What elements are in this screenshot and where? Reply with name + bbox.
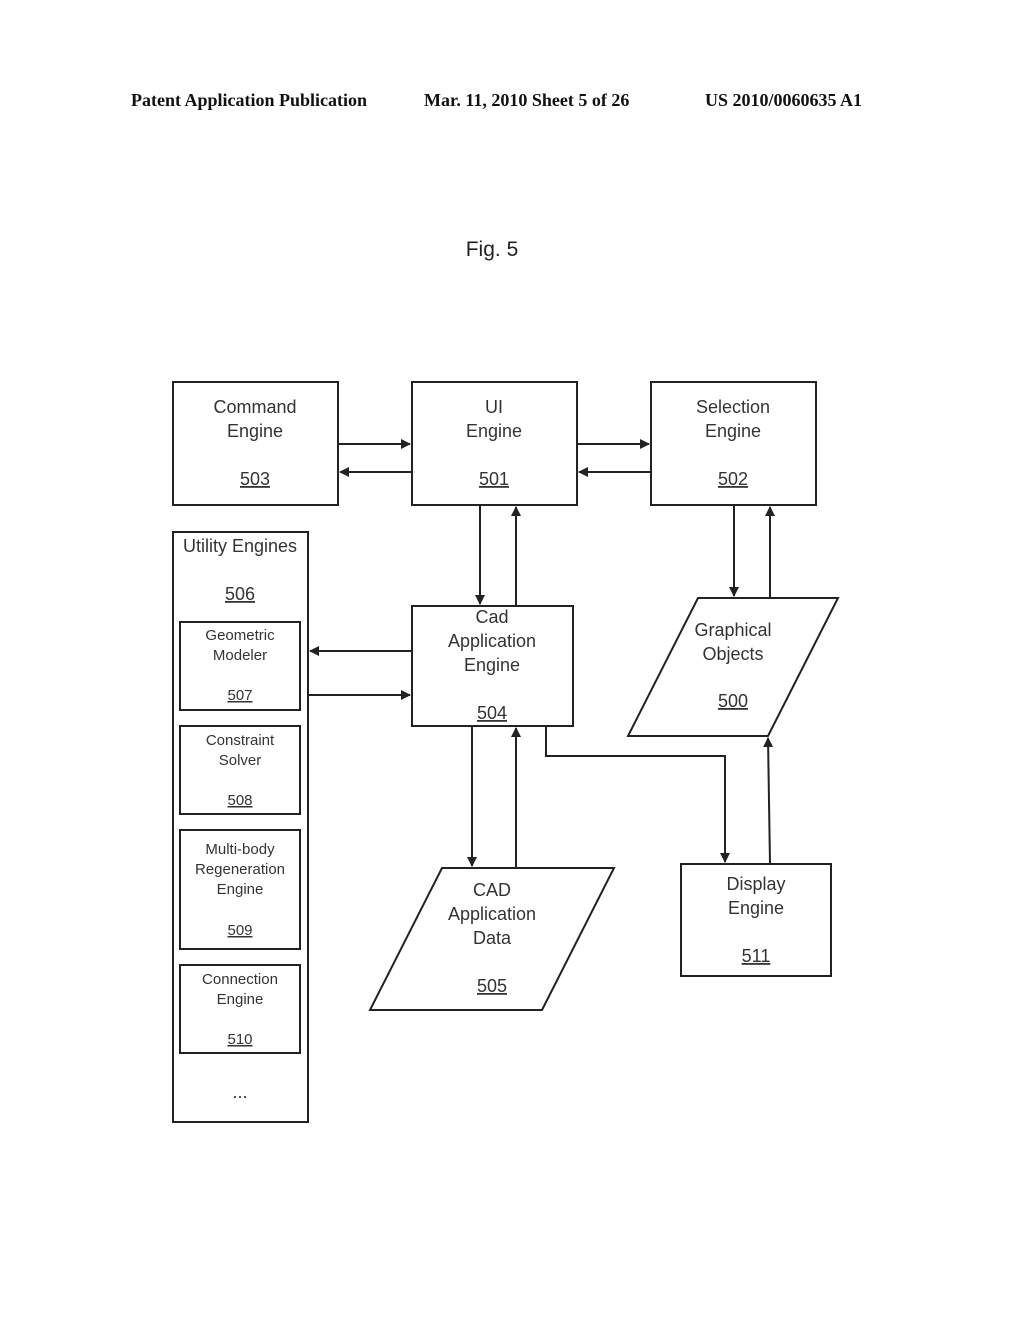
node-ref: 508: [227, 792, 252, 809]
node-label: Multi-body: [205, 841, 275, 858]
node-display-engine: Display Engine 511: [680, 863, 832, 977]
node-label: Engine: [217, 881, 264, 898]
block-diagram: Command Engine 503 UI Engine 501 Selecti…: [172, 381, 840, 1123]
node-ref: 502: [718, 469, 748, 489]
node-label: Application: [448, 904, 536, 924]
node-selection-engine: Selection Engine 502: [650, 381, 817, 506]
node-ref: 500: [718, 691, 748, 711]
node-ref: 504: [477, 703, 507, 723]
node-label: Engine: [466, 421, 522, 441]
arrow-cad-engine-to-display: [545, 726, 730, 863]
node-label: Engine: [227, 421, 283, 441]
node-label: UI: [485, 397, 503, 417]
node-cad-application-engine: Cad Application Engine 504: [411, 605, 574, 727]
node-label: Objects: [702, 644, 763, 664]
node-ref: 505: [477, 976, 507, 996]
node-command-engine: Command Engine 503: [172, 381, 339, 506]
node-label: Regeneration: [195, 861, 285, 878]
node-label: CAD: [473, 880, 511, 900]
node-ref: 506: [225, 584, 255, 604]
node-constraint-solver: Constraint Solver 508: [179, 725, 301, 815]
node-label: Display: [726, 874, 785, 894]
node-label: Cad: [475, 607, 508, 627]
node-label: Constraint: [206, 732, 275, 749]
node-label: Modeler: [213, 647, 267, 664]
node-label: Geometric: [205, 627, 275, 644]
node-ref: 510: [227, 1031, 252, 1048]
node-label: Connection: [202, 971, 278, 988]
node-ref: 511: [742, 946, 771, 966]
node-label: Application: [448, 631, 536, 651]
node-ui-engine: UI Engine 501: [411, 381, 578, 506]
node-label: Engine: [464, 655, 520, 675]
node-label: Utility Engines: [183, 536, 297, 556]
arrow-display-to-graphical: [763, 737, 774, 865]
node-geometric-modeler: Geometric Modeler 507: [179, 621, 301, 711]
node-label: Engine: [217, 991, 264, 1008]
node-ref: 503: [240, 469, 270, 489]
node-label: Data: [473, 928, 512, 948]
node-label: Engine: [705, 421, 761, 441]
node-multibody-regeneration-engine: Multi-body Regeneration Engine 509: [179, 829, 301, 950]
node-label: Command: [213, 397, 296, 417]
node-label: Graphical: [694, 620, 771, 640]
node-graphical-objects: Graphical Objects 500: [626, 597, 840, 737]
node-ref: 507: [227, 687, 252, 704]
ellipsis: ...: [232, 1082, 247, 1102]
node-label: Engine: [728, 898, 784, 918]
node-ref: 509: [227, 922, 252, 939]
node-label: Solver: [219, 752, 262, 769]
node-connection-engine: Connection Engine 510: [179, 964, 301, 1054]
node-ref: 501: [479, 469, 509, 489]
node-label: Selection: [696, 397, 770, 417]
node-cad-application-data: CAD Application Data 505: [368, 867, 616, 1011]
